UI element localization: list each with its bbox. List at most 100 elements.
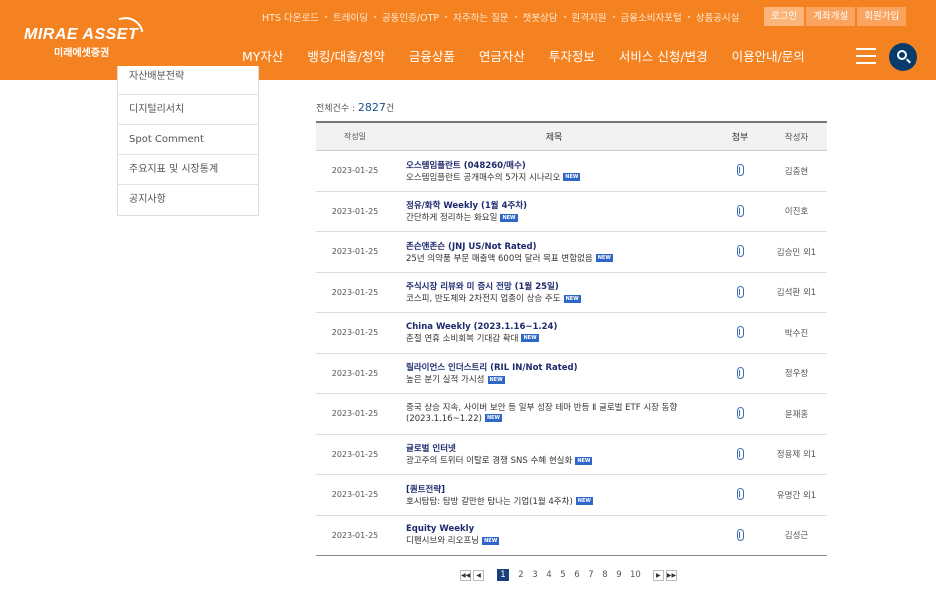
nav-help[interactable]: 이용안내/문의 bbox=[732, 46, 805, 65]
page-number[interactable]: 4 bbox=[546, 570, 552, 580]
util-link-trading[interactable]: 트레이딩 bbox=[333, 10, 368, 24]
table-row[interactable]: 2023-01-25 오스템임플란트 (048260/매수) 오스템임플란트 공개매… bbox=[316, 151, 827, 192]
last-page-button[interactable]: ▶▶ bbox=[665, 569, 677, 581]
nav-investment-info[interactable]: 투자정보 bbox=[549, 46, 595, 65]
table-row[interactable]: 2023-01-25 주식시장 리뷰와 미 증시 전망 (1월 25일) 코스피, … bbox=[316, 273, 827, 313]
report-title[interactable]: [퀀트전략] bbox=[406, 483, 714, 495]
report-author: 이진호 bbox=[784, 207, 809, 218]
sidebar-item-spot-comment[interactable]: Spot Comment bbox=[118, 125, 258, 155]
report-summary[interactable]: 25년 의약품 부문 매출액 600억 달러 목표 변함없음 NEW bbox=[406, 252, 714, 264]
report-summary[interactable]: 코스피, 반도체와 2차전지 업종이 상승 주도 NEW bbox=[406, 292, 714, 304]
page-number[interactable]: 10 bbox=[630, 570, 641, 580]
report-title[interactable]: 글로벌 인터넷 bbox=[406, 442, 714, 454]
nav-products[interactable]: 금융상품 bbox=[409, 46, 455, 65]
signup-button[interactable]: 회원가입 bbox=[857, 7, 907, 26]
sidebar-item-digital-research[interactable]: 디지털리서치 bbox=[118, 95, 258, 125]
paperclip-icon[interactable] bbox=[736, 245, 744, 258]
report-title[interactable]: 릴라이언스 인더스트리 (RIL IN/Not Rated) bbox=[406, 361, 714, 373]
report-author: 정우창 bbox=[784, 369, 809, 380]
new-badge: NEW bbox=[575, 456, 593, 465]
util-link-disclosure[interactable]: 상품공시실 bbox=[696, 10, 740, 24]
report-title-cell: 존슨앤존슨 (JNJ US/Not Rated) 25년 의약품 부문 매출액 6… bbox=[394, 240, 714, 264]
util-link-chatbot[interactable]: 챗봇상담 bbox=[523, 10, 558, 24]
nav-banking[interactable]: 뱅킹/대출/청약 bbox=[307, 46, 384, 65]
page-number[interactable]: 7 bbox=[588, 570, 594, 580]
report-title[interactable]: 오스템임플란트 (048260/매수) bbox=[406, 159, 714, 171]
report-title[interactable]: China Weekly (2023.1.16~1.24) bbox=[406, 322, 714, 332]
new-badge: NEW bbox=[484, 414, 503, 423]
paperclip-icon[interactable] bbox=[736, 164, 744, 177]
report-summary[interactable]: 디펜시브와 리오프닝 NEW bbox=[406, 534, 714, 546]
sidebar-item-asset-allocation[interactable]: 자산배분전략 bbox=[118, 66, 258, 95]
util-link-cert[interactable]: 공동인증/OTP bbox=[382, 10, 439, 24]
prev-page-button[interactable]: ◀ bbox=[473, 569, 484, 581]
paperclip-icon[interactable] bbox=[736, 204, 744, 217]
logo-korean-name: 미래에셋증권 bbox=[54, 48, 110, 59]
table-row[interactable]: 2023-01-25 Equity Weekly 디펜시브와 리오프닝 NEW 김성근 bbox=[316, 516, 827, 556]
page-number[interactable]: 8 bbox=[602, 570, 608, 580]
paperclip-icon[interactable] bbox=[736, 528, 744, 541]
table-row[interactable]: 2023-01-25 릴라이언스 인더스트리 (RIL IN/Not Rated)… bbox=[316, 354, 827, 394]
separator-dot bbox=[687, 16, 690, 18]
report-title-cell: 글로벌 인터넷 광고주의 트위터 이탈로 경쟁 SNS 수혜 현실화 NEW bbox=[394, 442, 714, 466]
report-title-cell: 오스템임플란트 (048260/매수) 오스템임플란트 공개매수의 5가지 시나리… bbox=[394, 159, 714, 183]
page-number[interactable]: 3 bbox=[532, 570, 538, 580]
report-title[interactable]: 정유/화학 Weekly (1월 4주차) bbox=[406, 199, 714, 211]
paperclip-icon[interactable] bbox=[736, 285, 744, 298]
util-link-hts[interactable]: HTS 다운로드 bbox=[262, 10, 319, 24]
util-link-consumer[interactable]: 금융소비자포털 bbox=[621, 10, 682, 24]
report-author: 유명간 외1 bbox=[776, 490, 817, 501]
attachment-cell bbox=[714, 404, 766, 423]
page-number[interactable]: 6 bbox=[574, 570, 580, 580]
paperclip-icon[interactable] bbox=[736, 326, 744, 339]
report-summary[interactable]: 오스템임플란트 공개매수의 5가지 시나리오 NEW bbox=[406, 171, 714, 183]
report-title[interactable]: 주식시장 리뷰와 미 증시 전망 (1월 25일) bbox=[406, 280, 714, 292]
first-page-button[interactable]: ◀◀ bbox=[460, 569, 471, 581]
open-account-button[interactable]: 계좌개설 bbox=[806, 7, 856, 26]
table-row[interactable]: 2023-01-25 글로벌 인터넷 광고주의 트위터 이탈로 경쟁 SNS 수혜 … bbox=[316, 435, 827, 475]
table-row[interactable]: 2023-01-25 정유/화학 Weekly (1월 4주차) 간단하게 정리하는… bbox=[316, 192, 827, 232]
nav-my-assets[interactable]: MY자산 bbox=[242, 46, 283, 65]
hamburger-menu-icon[interactable] bbox=[856, 48, 876, 64]
sidebar-item-notices[interactable]: 공지사항 bbox=[118, 185, 258, 215]
attachment-cell bbox=[714, 323, 766, 342]
page-number[interactable]: 5 bbox=[560, 570, 566, 580]
sidebar-item-market-stats[interactable]: 주요지표 및 시장통계 bbox=[118, 155, 258, 185]
paperclip-icon[interactable] bbox=[736, 447, 744, 460]
nav-pension[interactable]: 연금자산 bbox=[479, 46, 525, 65]
util-link-remote[interactable]: 원격지원 bbox=[572, 10, 607, 24]
report-summary[interactable]: 광고주의 트위터 이탈로 경쟁 SNS 수혜 현실화 NEW bbox=[406, 454, 714, 466]
paperclip-icon[interactable] bbox=[736, 407, 744, 420]
report-summary[interactable]: 간단하게 정리하는 화요일 NEW bbox=[406, 211, 714, 223]
login-button[interactable]: 로그인 bbox=[764, 7, 805, 26]
left-sidebar: 자산배분전략 디지털리서치 Spot Comment 주요지표 및 시장통계 공… bbox=[117, 66, 259, 216]
brand-logo[interactable]: MIRAE ASSET 미래에셋증권 bbox=[24, 14, 144, 60]
new-badge: NEW bbox=[575, 497, 593, 506]
next-page-button[interactable]: ▶ bbox=[652, 569, 664, 581]
attachment-cell bbox=[714, 526, 766, 545]
page-number[interactable]: 1 bbox=[497, 569, 509, 581]
report-summary[interactable]: 춘절 연휴 소비회복 기대감 확대 NEW bbox=[406, 332, 714, 344]
table-row[interactable]: 2023-01-25 존슨앤존슨 (JNJ US/Not Rated) 25년 의약… bbox=[316, 232, 827, 273]
search-button[interactable] bbox=[889, 43, 917, 71]
page-number[interactable]: 2 bbox=[518, 570, 524, 580]
report-summary[interactable]: 호시탐탐: 탐방 갈만한 탐나는 기업(1월 4주차) NEW bbox=[406, 495, 714, 507]
nav-services[interactable]: 서비스 신청/변경 bbox=[619, 46, 708, 65]
table-row[interactable]: 2023-01-25 China Weekly (2023.1.16~1.24) 춘… bbox=[316, 313, 827, 354]
separator-dot bbox=[373, 16, 376, 18]
report-title[interactable]: Equity Weekly bbox=[406, 524, 714, 534]
report-title[interactable]: 존슨앤존슨 (JNJ US/Not Rated) bbox=[406, 240, 714, 252]
auth-buttons: 로그인 계좌개설 회원가입 bbox=[764, 7, 908, 26]
attachment-cell bbox=[714, 202, 766, 221]
util-link-faq[interactable]: 자주하는 질문 bbox=[453, 10, 508, 24]
header-title: 제목 bbox=[545, 133, 563, 143]
page-number[interactable]: 9 bbox=[616, 570, 622, 580]
table-row[interactable]: 2023-01-25 중국 상승 지속, 사이버 보안 등 일부 성장 테마 반등… bbox=[316, 394, 827, 435]
report-summary[interactable]: 높은 분기 실적 가시성 NEW bbox=[406, 373, 714, 385]
report-summary[interactable]: 중국 상승 지속, 사이버 보안 등 일부 성장 테마 반등 Ⅱ 글로벌 ETF… bbox=[406, 403, 714, 425]
paperclip-icon[interactable] bbox=[736, 488, 744, 501]
report-author: 김승민 외1 bbox=[776, 247, 817, 258]
paperclip-icon[interactable] bbox=[736, 366, 744, 379]
report-date: 2023-01-25 bbox=[331, 247, 379, 257]
table-row[interactable]: 2023-01-25 [퀀트전략] 호시탐탐: 탐방 갈만한 탐나는 기업(1월 4… bbox=[316, 475, 827, 516]
